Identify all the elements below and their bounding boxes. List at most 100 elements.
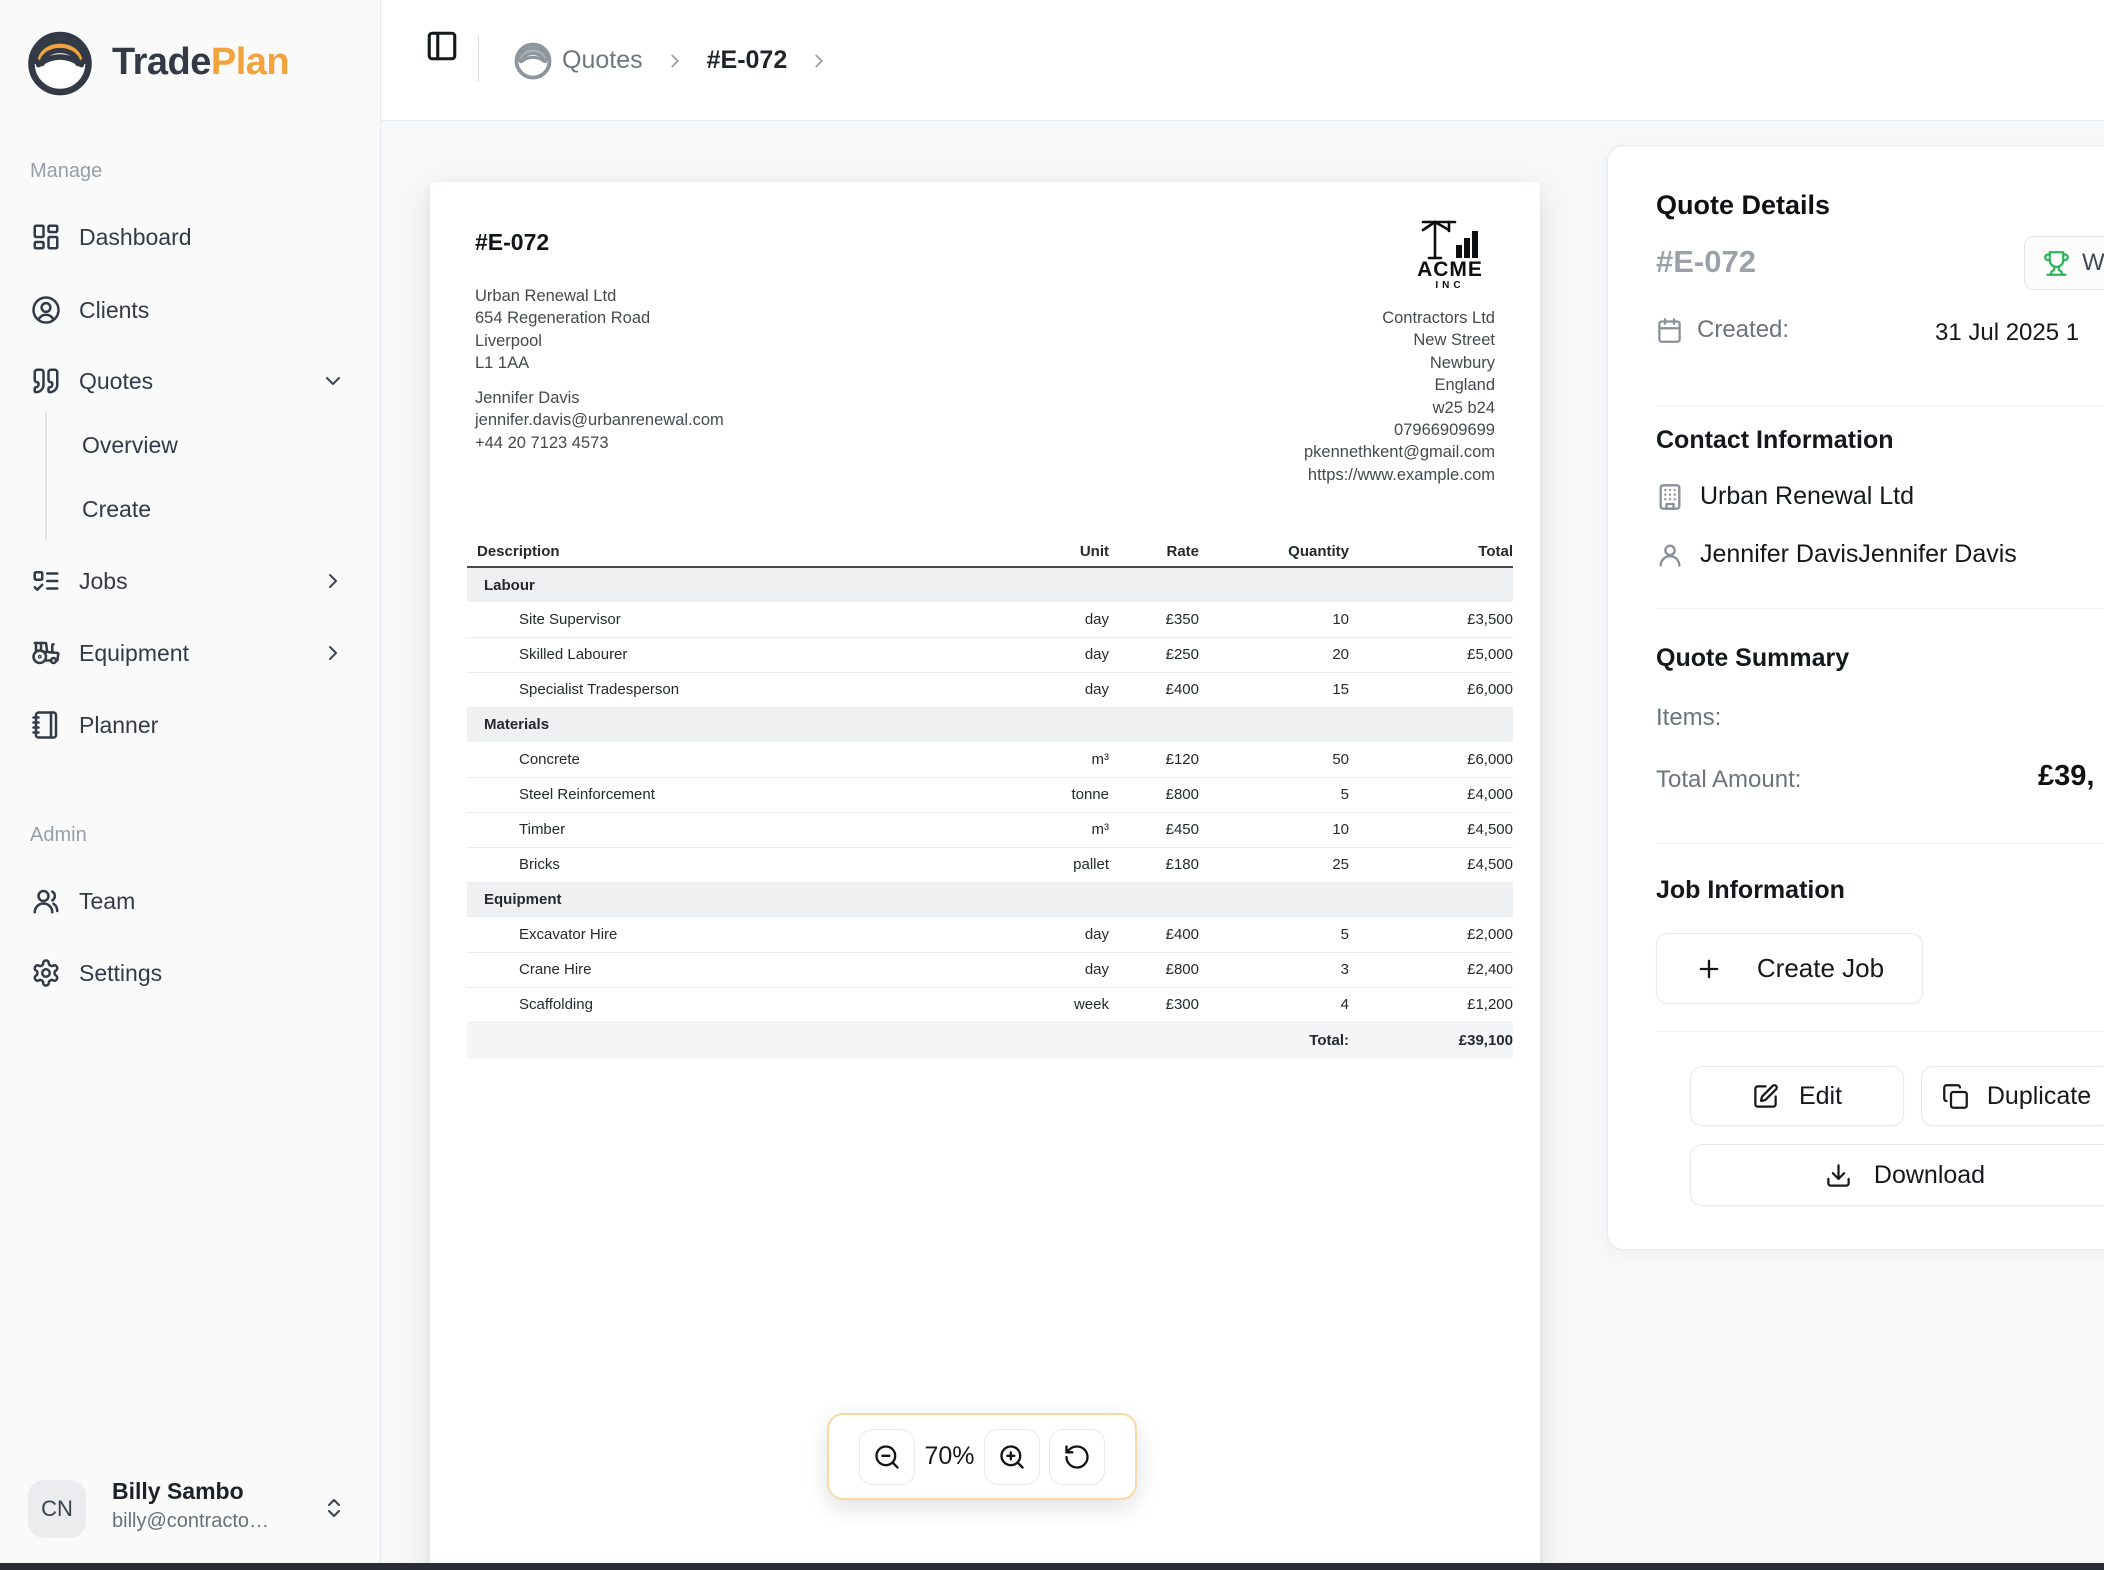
contact-person: Jennifer DavisJennifer Davis bbox=[1700, 540, 2017, 569]
quote-document-preview: #E-072 Urban Renewal Ltd 654 Regeneratio… bbox=[430, 182, 1540, 1570]
chevron-right-icon bbox=[664, 50, 686, 72]
sidebar-item-quotes-create[interactable]: Create bbox=[0, 485, 380, 533]
download-button[interactable]: Download bbox=[1690, 1144, 2104, 1206]
crane-icon bbox=[1419, 214, 1481, 260]
sidebar-item-quotes-overview[interactable]: Overview bbox=[0, 421, 380, 469]
user-circle-icon bbox=[31, 295, 61, 325]
edit-pen-icon bbox=[1752, 1083, 1779, 1110]
create-job-button[interactable]: Create Job bbox=[1656, 933, 1923, 1004]
table-item-row: Concretem³£12050£6,000 bbox=[467, 742, 1513, 777]
contractor-address-block: Contractors Ltd New Street Newbury Engla… bbox=[1095, 307, 1495, 486]
zoom-in-button[interactable] bbox=[984, 1429, 1040, 1485]
sidebar-item-jobs[interactable]: Jobs bbox=[0, 557, 380, 605]
chevron-down-icon bbox=[321, 369, 345, 393]
chevron-right-icon bbox=[321, 569, 345, 593]
divider bbox=[1656, 1031, 2104, 1032]
table-header-row: DescriptionUnitRateQuantityTotal bbox=[467, 537, 1513, 567]
sidebar-item-team[interactable]: Team bbox=[0, 877, 380, 925]
sidebar-item-label: Equipment bbox=[79, 640, 189, 667]
sidebar-item-settings[interactable]: Settings bbox=[0, 949, 380, 997]
chevron-right-icon bbox=[808, 50, 830, 72]
zoom-level: 70% bbox=[924, 1442, 975, 1471]
sidebar-item-label: Planner bbox=[79, 712, 158, 739]
sidebar-item-label: Quotes bbox=[79, 368, 153, 395]
breadcrumb-hardhat-icon bbox=[511, 37, 555, 86]
sidebar-item-planner[interactable]: Planner bbox=[0, 701, 380, 749]
table-header-cell: Description bbox=[467, 537, 1019, 567]
sidebar-item-quotes[interactable]: Quotes bbox=[0, 357, 380, 405]
table-item-row: Steel Reinforcementtonne£8005£4,000 bbox=[467, 777, 1513, 812]
created-label: Created: bbox=[1697, 316, 1789, 344]
status-badge-label: Won bbox=[2082, 249, 2104, 277]
edit-button[interactable]: Edit bbox=[1690, 1066, 1904, 1126]
sidebar-item-equipment[interactable]: Equipment bbox=[0, 629, 380, 677]
brand-name: TradePlan bbox=[112, 41, 289, 84]
notebook-icon bbox=[31, 710, 61, 740]
duplicate-label: Duplicate bbox=[1987, 1082, 2091, 1111]
sidebar-item-label: Dashboard bbox=[79, 224, 192, 251]
duplicate-button[interactable]: Duplicate bbox=[1921, 1066, 2104, 1126]
divider bbox=[1656, 405, 2104, 406]
chevron-right-icon bbox=[321, 641, 345, 665]
sidebar-item-clients[interactable]: Clients bbox=[0, 286, 380, 334]
download-label: Download bbox=[1874, 1161, 1985, 1190]
table-group-row: Labour bbox=[467, 567, 1513, 602]
sidebar: TradePlan Manage Dashboard Clients Quote… bbox=[0, 0, 381, 1570]
panel-quote-number: #E-072 bbox=[1656, 244, 1756, 280]
zoom-reset-button[interactable] bbox=[1049, 1429, 1105, 1485]
table-item-row: Scaffoldingweek£3004£1,200 bbox=[467, 987, 1513, 1022]
brand-logo[interactable]: TradePlan bbox=[22, 22, 289, 103]
create-job-label: Create Job bbox=[1757, 953, 1884, 984]
hardhat-logo-icon bbox=[22, 22, 98, 103]
created-value: 31 Jul 2025 1 bbox=[1935, 319, 2079, 347]
job-information-heading: Job Information bbox=[1656, 876, 1845, 905]
edit-label: Edit bbox=[1799, 1082, 1842, 1111]
gear-icon bbox=[31, 958, 61, 988]
divider bbox=[1656, 608, 2104, 609]
divider bbox=[1656, 843, 2104, 844]
zoom-controls: 70% bbox=[827, 1413, 1137, 1500]
table-header-cell: Unit bbox=[1019, 537, 1109, 567]
plus-icon bbox=[1695, 955, 1723, 983]
table-item-row: Crane Hireday£8003£2,400 bbox=[467, 952, 1513, 987]
sidebar-item-dashboard[interactable]: Dashboard bbox=[0, 213, 380, 261]
contractor-logo: ACME INC bbox=[1388, 214, 1512, 291]
user-menu[interactable]: CN Billy Sambo billy@contracto… bbox=[16, 1468, 364, 1550]
quote-details-panel: Quote Details #E-072 Won Created: 31 Jul… bbox=[1607, 145, 2104, 1250]
user-icon bbox=[1656, 541, 1684, 569]
tractor-icon bbox=[31, 638, 61, 668]
building-icon bbox=[1656, 483, 1684, 511]
zoom-out-button[interactable] bbox=[859, 1429, 915, 1485]
top-bar: Quotes #E-072 bbox=[381, 0, 2104, 121]
breadcrumb: Quotes #E-072 bbox=[562, 0, 830, 121]
contact-company: Urban Renewal Ltd bbox=[1700, 482, 1914, 511]
quote-icon bbox=[31, 366, 61, 396]
sidebar-item-label: Clients bbox=[79, 297, 149, 324]
quote-summary-heading: Quote Summary bbox=[1656, 644, 1849, 673]
quote-items-table: DescriptionUnitRateQuantityTotal LabourS… bbox=[467, 537, 1513, 1059]
table-group-row: Equipment bbox=[467, 882, 1513, 917]
table-header-cell: Quantity bbox=[1199, 537, 1349, 567]
zoom-in-icon bbox=[998, 1443, 1026, 1471]
breadcrumb-quotes-link[interactable]: Quotes bbox=[562, 46, 643, 75]
table-item-row: Site Supervisorday£35010£3,500 bbox=[467, 602, 1513, 637]
trophy-icon bbox=[2043, 250, 2070, 277]
user-email: billy@contracto… bbox=[112, 1510, 269, 1533]
panel-title: Quote Details bbox=[1656, 190, 1830, 221]
sidebar-item-label: Overview bbox=[82, 432, 178, 459]
dashboard-icon bbox=[31, 222, 61, 252]
total-amount-value: £39, bbox=[2038, 760, 2094, 793]
table-header-cell: Total bbox=[1349, 537, 1513, 567]
table-header-cell: Rate bbox=[1109, 537, 1199, 567]
status-badge: Won bbox=[2024, 236, 2104, 290]
table-item-row: Specialist Tradespersonday£40015£6,000 bbox=[467, 672, 1513, 707]
quote-table-body: LabourSite Supervisorday£35010£3,500Skil… bbox=[467, 567, 1513, 1059]
sidebar-item-label: Team bbox=[79, 888, 135, 915]
table-item-row: Skilled Labourerday£25020£5,000 bbox=[467, 637, 1513, 672]
sidebar-item-label: Create bbox=[82, 496, 151, 523]
zoom-out-icon bbox=[873, 1443, 901, 1471]
rotate-ccw-icon bbox=[1063, 1443, 1091, 1471]
contact-person-row: Jennifer DavisJennifer Davis bbox=[1656, 540, 2017, 569]
sidebar-toggle-button[interactable] bbox=[425, 29, 459, 63]
created-row: Created: bbox=[1656, 316, 1789, 344]
